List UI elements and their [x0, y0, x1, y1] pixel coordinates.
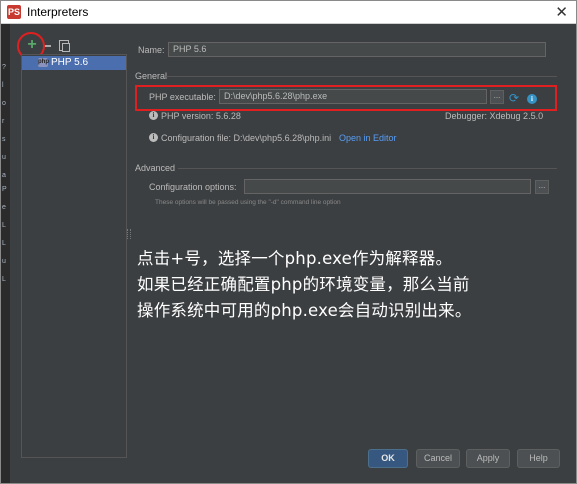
bg-text: L — [2, 276, 6, 283]
ok-button[interactable]: OK — [368, 449, 408, 468]
bg-text: P — [2, 186, 7, 193]
divider — [166, 76, 557, 77]
close-button[interactable]: ✕ — [555, 3, 568, 21]
bg-text: s — [2, 136, 6, 143]
debugger-text: Debugger: Xdebug 2.5.0 — [445, 111, 544, 121]
help-button[interactable]: Help — [517, 449, 560, 468]
info-icon: i — [149, 133, 158, 142]
bg-text: u — [2, 154, 6, 161]
window-title: Interpreters — [27, 5, 89, 19]
interpreter-list: php PHP 5.6 — [21, 54, 127, 458]
bg-text: u — [2, 258, 6, 265]
config-options-input[interactable] — [244, 179, 531, 194]
advanced-header: Advanced — [135, 163, 176, 173]
bg-text: e — [2, 204, 6, 211]
bg-text: o — [2, 100, 6, 107]
php-icon: php — [38, 58, 49, 67]
bg-text: ? — [2, 64, 6, 71]
config-options-label: Configuration options: — [149, 182, 237, 192]
annotation-line-1: 点击+号，选择一个php.exe作为解释器。 — [137, 249, 453, 268]
open-in-editor-link[interactable]: Open in Editor — [339, 133, 397, 143]
background-app-strip: ? l o r s u a P e L L u L — [1, 24, 10, 483]
divider — [178, 168, 557, 169]
title-bar: PS Interpreters ✕ — [1, 1, 576, 24]
bg-text: L — [2, 222, 6, 229]
php-version-text: PHP version: 5.6.28 — [161, 111, 241, 121]
copy-icon[interactable] — [59, 40, 70, 52]
bg-text: a — [2, 172, 6, 179]
list-item-label: PHP 5.6 — [51, 57, 89, 68]
apply-button[interactable]: Apply — [466, 449, 510, 468]
list-item-php-5-6[interactable]: php PHP 5.6 — [22, 56, 126, 70]
expand-options-button[interactable]: ... — [535, 180, 549, 194]
bg-text: l — [2, 82, 4, 89]
annotation-line-2: 如果已经正确配置php的环境变量，那么当前 — [137, 275, 470, 294]
bg-text: r — [2, 118, 5, 125]
highlight-rectangle — [135, 85, 557, 111]
cancel-button[interactable]: Cancel — [416, 449, 460, 468]
config-options-hint: These options will be passed using the "… — [155, 199, 341, 206]
general-header: General — [135, 71, 168, 81]
annotation-line-3: 操作系统中可用的php.exe会自动识别出来。 — [137, 301, 472, 320]
name-label: Name: — [138, 45, 165, 55]
phpstorm-icon: PS — [7, 5, 21, 19]
info-icon: i — [149, 111, 158, 120]
interpreters-dialog: PS Interpreters ✕ ? l o r s u a P e L L … — [0, 0, 577, 484]
name-input[interactable]: PHP 5.6 — [168, 42, 546, 57]
splitter-handle[interactable] — [127, 229, 131, 239]
config-file-text: Configuration file: D:\dev\php5.6.28\php… — [161, 133, 332, 143]
bg-text: L — [2, 240, 6, 247]
